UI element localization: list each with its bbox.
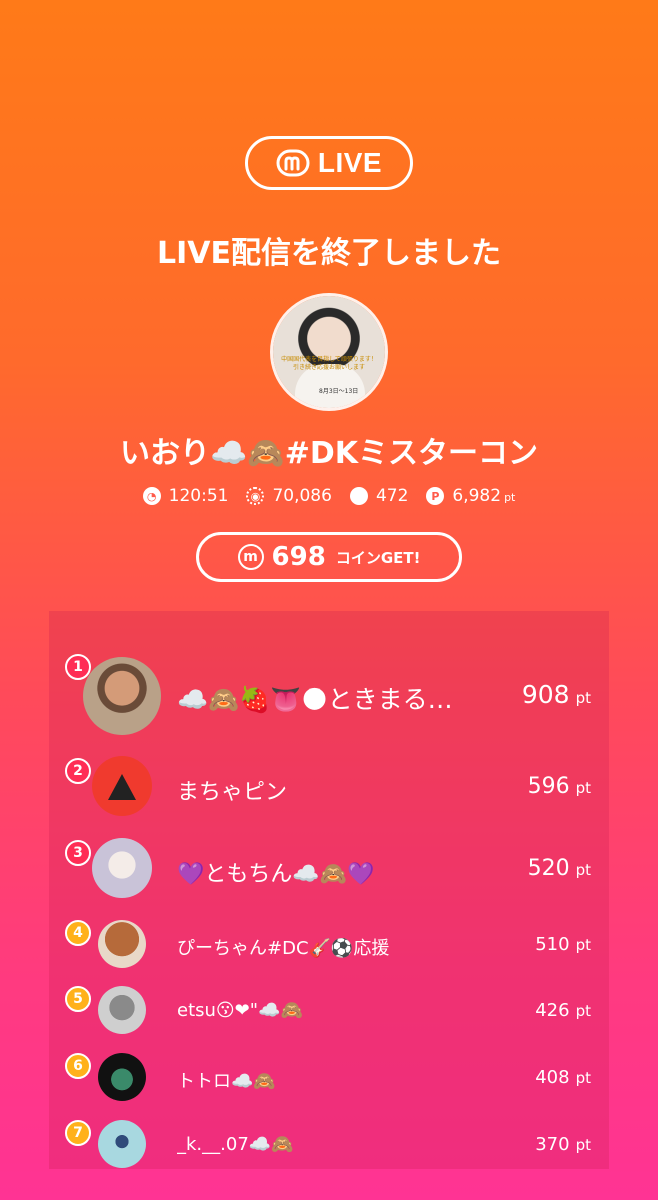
- user-avatar: [92, 756, 152, 816]
- rank-badge: 5: [65, 986, 91, 1012]
- ranking-row[interactable]: 2 まちゃピン 596 pt: [49, 754, 609, 818]
- points-icon: P: [426, 487, 445, 505]
- ranking-row[interactable]: 1 ☁️🙈🍓👅🌑ときまる… 908 pt: [49, 654, 609, 735]
- views-stat: ◉ 70,086: [246, 486, 332, 506]
- duration-value: 120:51: [168, 486, 229, 506]
- streamer-name: いおり☁️🙈#DKミスターコン: [120, 436, 538, 471]
- points-stat: P 6,982 pt: [426, 486, 515, 506]
- coins-earned: m 698 コインGET!: [196, 532, 462, 582]
- user-points: 908 pt: [521, 680, 591, 709]
- rank-badge: 6: [65, 1053, 91, 1079]
- comment-icon: [349, 487, 368, 505]
- duration-stat: ◔ 120:51: [142, 486, 229, 506]
- timer-icon: ◔: [142, 487, 161, 505]
- user-points: 510 pt: [535, 934, 591, 955]
- points-unit: pt: [504, 491, 516, 504]
- user-avatar: [98, 1120, 146, 1168]
- coin-amount: 698: [271, 542, 326, 572]
- user-points: 408 pt: [535, 1067, 591, 1088]
- ranking-row[interactable]: 4 ぴーちゃん#DC🎸⚽応援 510 pt: [49, 918, 609, 972]
- live-badge: LIVE: [245, 136, 413, 190]
- rank-badge: 7: [65, 1120, 91, 1146]
- user-avatar: [98, 920, 146, 968]
- ranking-row[interactable]: 3 💜ともちん☁️🙈💜 520 pt: [49, 836, 609, 900]
- ranking-row[interactable]: 7 _k.__.07☁️🙈 370 pt: [49, 1118, 609, 1172]
- stats-bar: ◔ 120:51 ◉ 70,086 472 P 6,982 pt: [0, 486, 658, 506]
- viewers-icon: ◉: [246, 487, 265, 505]
- ranking-list: 1 ☁️🙈🍓👅🌑ときまる… 908 pt 2 まちゃピン 596 pt 3 💜ともち…: [49, 611, 609, 1169]
- coin-label: コインGET!: [335, 548, 421, 567]
- user-name: まちゃピン: [177, 780, 288, 805]
- comments-value: 472: [375, 486, 409, 506]
- user-name: トトロ☁️🙈: [177, 1071, 276, 1092]
- rank-badge: 4: [65, 920, 91, 946]
- user-avatar: [98, 986, 146, 1034]
- rank-badge: 2: [65, 758, 91, 784]
- rank-badge: 1: [65, 654, 91, 680]
- user-points: 370 pt: [535, 1134, 591, 1155]
- user-points: 520 pt: [527, 856, 591, 881]
- user-points: 596 pt: [527, 774, 591, 799]
- user-avatar: [92, 838, 152, 898]
- coin-icon: m: [237, 544, 264, 570]
- streamer-avatar[interactable]: 中国国代表を目指して頑張ります！ 引き続き応援お願いします 8月3日〜13日: [273, 296, 385, 408]
- rank-badge: 3: [65, 840, 91, 866]
- user-points: 426 pt: [535, 1000, 591, 1021]
- user-name: _k.__.07☁️🙈: [177, 1134, 294, 1155]
- user-name: ぴーちゃん#DC🎸⚽応援: [177, 938, 390, 959]
- user-avatar: [98, 1053, 146, 1101]
- user-name: etsu😗❤"☁️🙈: [177, 1000, 303, 1021]
- views-value: 70,086: [272, 486, 332, 506]
- points-value: 6,982: [452, 486, 502, 506]
- ranking-row[interactable]: 5 etsu😗❤"☁️🙈 426 pt: [49, 984, 609, 1038]
- user-name: 💜ともちん☁️🙈💜: [177, 862, 375, 887]
- mirrativ-logo-icon: [276, 149, 310, 177]
- ranking-row[interactable]: 6 トトロ☁️🙈 408 pt: [49, 1051, 609, 1105]
- user-name: ☁️🙈🍓👅🌑ときまる…: [177, 685, 453, 714]
- live-badge-label: LIVE: [317, 147, 383, 178]
- comments-stat: 472: [349, 486, 409, 506]
- page-title: LIVE配信を終了しました: [157, 236, 501, 271]
- user-avatar: [83, 657, 161, 735]
